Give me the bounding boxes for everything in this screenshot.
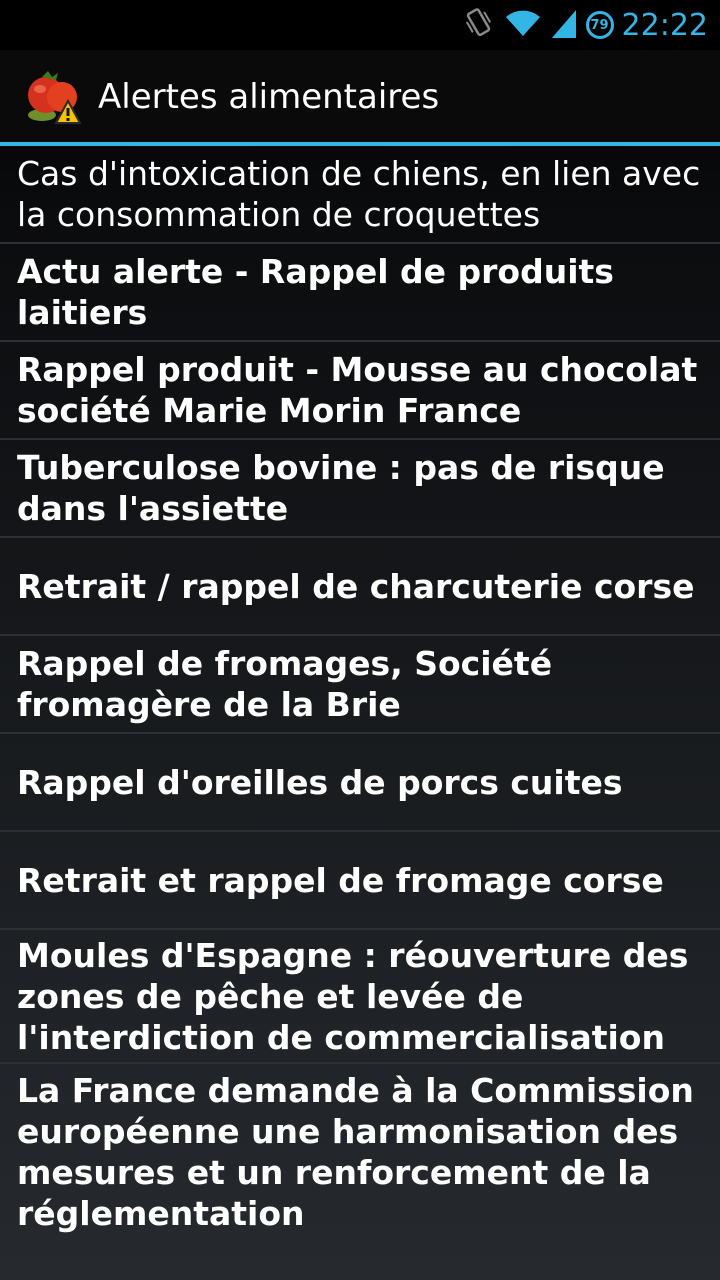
list-item-label: Retrait / rappel de charcuterie corse — [17, 566, 695, 606]
list-item[interactable]: Rappel produit - Mousse au chocolat soci… — [0, 342, 720, 440]
list-item-label: Tuberculose bovine : pas de risque dans … — [17, 448, 665, 528]
list-item[interactable]: Tuberculose bovine : pas de risque dans … — [0, 440, 720, 538]
action-bar: Alertes alimentaires — [0, 50, 720, 144]
tomato-warning-icon[interactable] — [22, 67, 90, 127]
list-item[interactable]: Moules d'Espagne : réouverture des zones… — [0, 930, 720, 1064]
vibrate-icon — [462, 6, 496, 45]
list-item[interactable]: Actu alerte - Rappel de produits laitier… — [0, 244, 720, 342]
list-item-label: Rappel de fromages, Société fromagère de… — [17, 644, 553, 724]
list-item-label: Rappel produit - Mousse au chocolat soci… — [17, 350, 698, 430]
status-bar: 79 22:22 — [0, 0, 720, 50]
battery-icon: 79 — [585, 11, 614, 39]
list-item[interactable]: Rappel d'oreilles de porcs cuites — [0, 734, 720, 832]
list-item[interactable]: Retrait et rappel de fromage corse — [0, 832, 720, 930]
signal-icon — [550, 6, 578, 45]
list-item-label: Cas d'intoxication de chiens, en lien av… — [17, 154, 701, 234]
list-item-label: Moules d'Espagne : réouverture des zones… — [17, 935, 689, 1057]
status-time: 22:22 — [621, 7, 708, 43]
list-item[interactable]: Rappel de fromages, Société fromagère de… — [0, 636, 720, 734]
status-icons: 79 22:22 — [462, 0, 708, 50]
list-item-label: Rappel d'oreilles de porcs cuites — [17, 762, 623, 802]
list-item[interactable]: Retrait / rappel de charcuterie corse — [0, 538, 720, 636]
list-item[interactable]: Cas d'intoxication de chiens, en lien av… — [0, 146, 720, 244]
wifi-icon — [504, 6, 542, 45]
list-item-label: Retrait et rappel de fromage corse — [17, 860, 664, 900]
app-title: Alertes alimentaires — [98, 77, 440, 117]
alert-list: Cas d'intoxication de chiens, en lien av… — [0, 146, 720, 1240]
screen: 79 22:22 Alertes alimentaires Cas d'into… — [0, 0, 720, 1280]
list-item-label: La France demande à la Commission europé… — [17, 1071, 694, 1233]
list-item[interactable]: La France demande à la Commission europé… — [0, 1064, 720, 1240]
list-item-label: Actu alerte - Rappel de produits laitier… — [17, 252, 614, 332]
